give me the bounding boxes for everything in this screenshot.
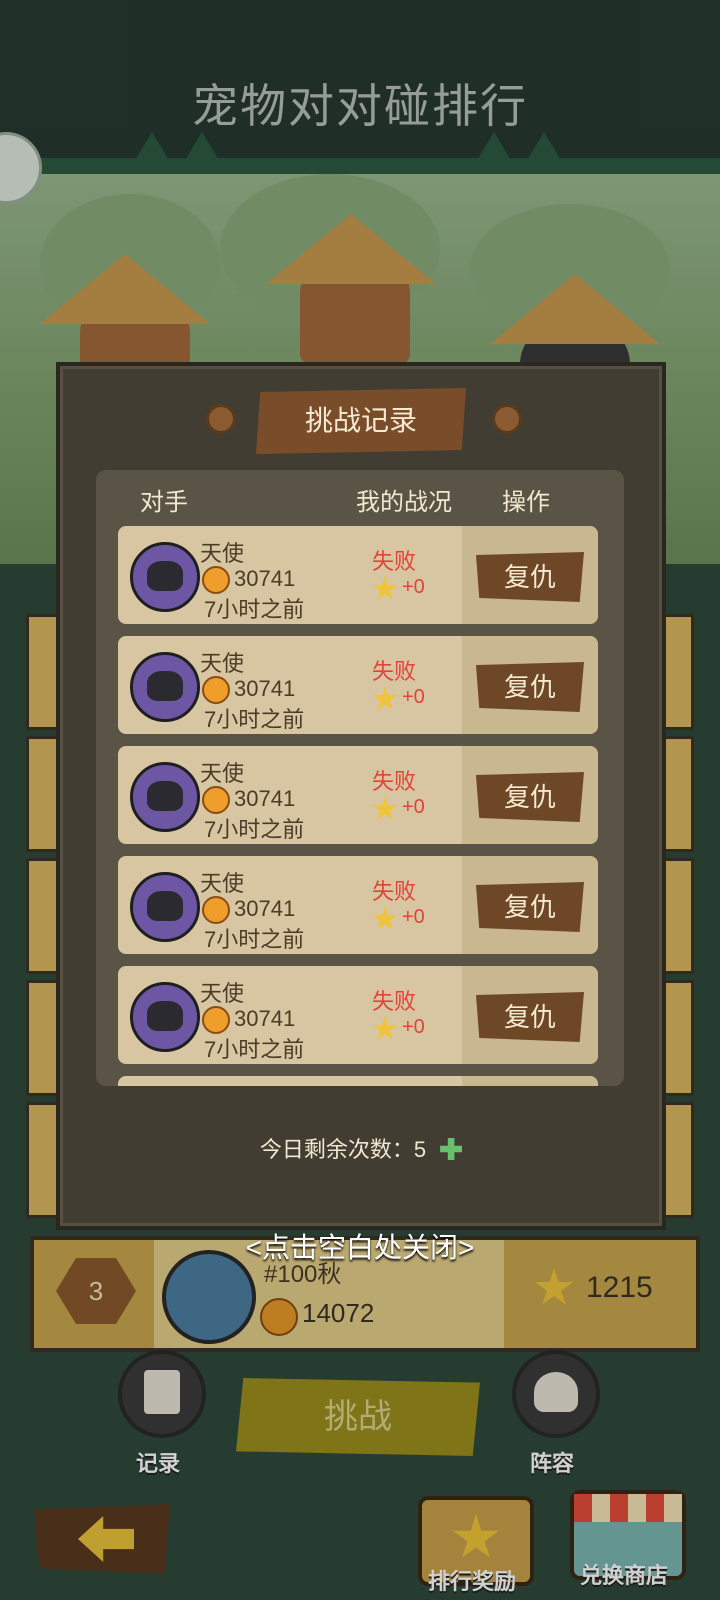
star-reward: +0	[402, 796, 425, 818]
record-row: 天使 30741 7小时之前 失败 +0 复仇	[118, 856, 598, 954]
record-rows[interactable]: 天使 30741 7小时之前 失败 +0 复仇 天使 30741 7小时之前 失…	[118, 526, 598, 1086]
star-icon	[372, 906, 398, 930]
opponent-score: 30741	[234, 676, 296, 701]
star-icon	[372, 576, 398, 600]
nail-icon	[492, 404, 522, 434]
record-time: 7小时之前	[204, 927, 305, 952]
remaining-attempts: 今日剩余次数：5	[60, 1132, 662, 1164]
opponent-score: 30741	[234, 1006, 296, 1031]
coin-icon	[202, 786, 230, 814]
revenge-button[interactable]: 复仇	[476, 552, 584, 602]
record-time: 7小时之前	[204, 1037, 305, 1062]
revenge-button[interactable]: 复仇	[476, 662, 584, 712]
revenge-button[interactable]: 复仇	[476, 772, 584, 822]
opponent-name: 天使	[200, 871, 245, 896]
opponent-name: 天使	[200, 981, 245, 1006]
star-reward: +0	[402, 576, 425, 598]
close-hint: <点击空白处关闭>	[245, 1232, 475, 1263]
coin-icon	[202, 566, 230, 594]
record-time: 7小时之前	[204, 597, 305, 622]
record-row: 天使 30741 7小时之前 失败 +0 复仇	[118, 1076, 598, 1086]
nail-icon	[206, 404, 236, 434]
opponent-avatar	[130, 762, 200, 832]
star-icon	[372, 1016, 398, 1040]
star-reward: +0	[402, 686, 425, 708]
battle-result: 失败	[372, 549, 417, 574]
battle-result: 失败	[372, 879, 417, 904]
header-my-result: 我的战况	[356, 489, 452, 516]
header-action: 操作	[502, 489, 550, 516]
opponent-score: 30741	[234, 896, 296, 921]
opponent-score: 30741	[234, 566, 296, 591]
opponent-name: 天使	[200, 761, 245, 786]
star-reward: +0	[402, 1016, 425, 1038]
record-row: 天使 30741 7小时之前 失败 +0 复仇	[118, 966, 598, 1064]
star-icon	[372, 686, 398, 710]
list-header: 对手 我的战况 操作	[96, 470, 624, 520]
remaining-count: 5	[413, 1137, 427, 1162]
header-opponent: 对手	[140, 489, 188, 516]
opponent-name: 天使	[200, 651, 245, 676]
opponent-score: 30741	[234, 786, 296, 811]
battle-result: 失败	[372, 989, 417, 1014]
coin-icon	[202, 1006, 230, 1034]
challenge-record-dialog: 挑战记录 对手 我的战况 操作 天使 30741 7小时之前 失败 +0 复仇 …	[56, 362, 666, 1230]
battle-result: 失败	[372, 769, 417, 794]
record-list[interactable]: 对手 我的战况 操作 天使 30741 7小时之前 失败 +0 复仇 天使 30…	[96, 470, 624, 1086]
opponent-avatar	[130, 652, 200, 722]
star-icon	[372, 796, 398, 820]
battle-result: 失败	[372, 659, 417, 684]
opponent-name: 天使	[200, 541, 245, 566]
revenge-button[interactable]: 复仇	[476, 882, 584, 932]
record-row: 天使 30741 7小时之前 失败 +0 复仇	[118, 636, 598, 734]
plus-icon[interactable]	[440, 1138, 463, 1160]
revenge-button[interactable]: 复仇	[476, 992, 584, 1042]
opponent-avatar	[130, 542, 200, 612]
record-time: 7小时之前	[204, 707, 305, 732]
star-reward: +0	[402, 906, 425, 928]
record-row: 天使 30741 7小时之前 失败 +0 复仇	[118, 746, 598, 844]
opponent-avatar	[130, 872, 200, 942]
coin-icon	[202, 676, 230, 704]
remaining-label: 今日剩余次数：	[259, 1137, 414, 1162]
opponent-avatar	[130, 982, 200, 1052]
dialog-title: 挑战记录	[256, 388, 466, 454]
action-cell	[462, 1076, 598, 1086]
record-row: 天使 30741 7小时之前 失败 +0 复仇	[118, 526, 598, 624]
coin-icon	[202, 896, 230, 924]
record-time: 7小时之前	[204, 817, 305, 842]
